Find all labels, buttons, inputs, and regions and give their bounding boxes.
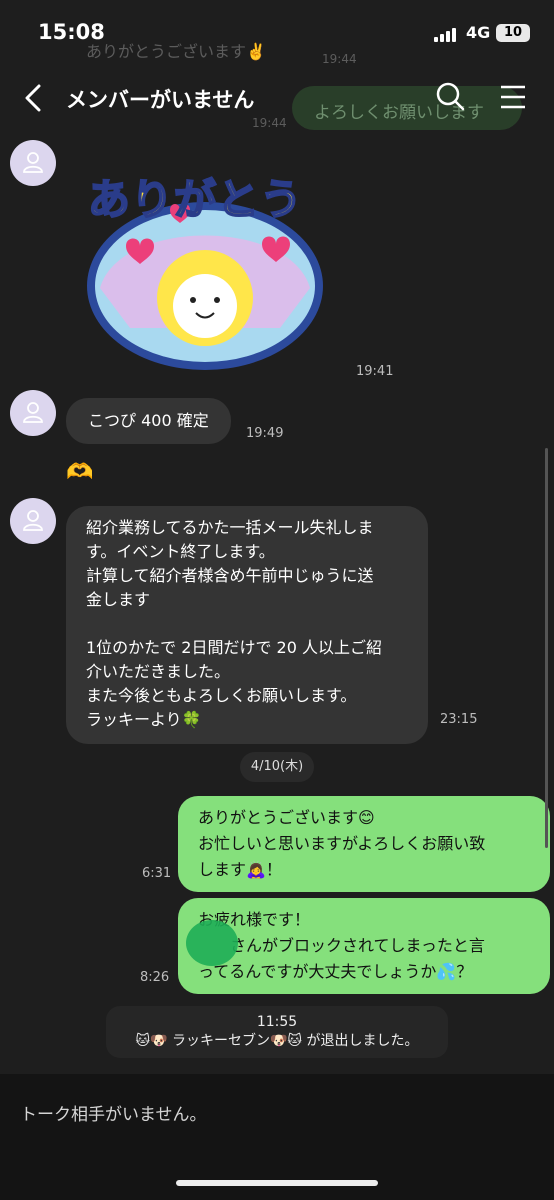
message-time: 19:49 [246,426,284,441]
chat-title: メンバーがいません [66,88,255,112]
message-bubble[interactable]: 紹介業務してるかた一括メール失礼しま す。イベント終了します。 計算して紹介者様… [66,506,428,744]
signal-icon [434,28,460,42]
footer-text: トーク相手がいません。 [20,1105,207,1125]
message-time: 8:26 [140,970,170,985]
ghost-message: ありがとうございます✌️ [86,42,266,61]
ghost-time: 19:44 [322,52,357,66]
system-text: 🐱🐶 ラッキーセブン🐶🐱 が退出しました。 [135,1033,419,1049]
my-message-bubble[interactable]: ありがとうございます😊 お忙しいと思いますがよろしくお願い致 します🙇‍♀️！ [178,796,550,892]
sticker-image[interactable]: ありがとう [80,158,330,374]
sticker-text: ありがとう [87,174,304,225]
avatar[interactable] [10,498,56,544]
system-time: 11:55 [256,1014,298,1030]
date-separator: 4/10(木) [240,752,314,782]
network-label: 4G [466,23,491,42]
message-bubble[interactable]: こつぴ 400 確定 [66,398,231,444]
home-indicator[interactable] [176,1180,378,1186]
search-icon[interactable] [436,82,466,112]
avatar[interactable] [10,140,56,186]
chevron-left-icon[interactable] [22,84,44,112]
message-time: 6:31 [142,866,172,881]
redaction-mark [186,920,238,966]
reaction-emoji[interactable]: 🫶 [66,460,93,485]
message-time: 23:15 [440,712,478,727]
avatar[interactable] [10,390,56,436]
scrollbar[interactable] [545,448,548,848]
message-time: 19:41 [356,364,394,379]
battery-icon: 10 [496,24,530,42]
system-message: 11:55 🐱🐶 ラッキーセブン🐶🐱 が退出しました。 [106,1006,448,1058]
menu-icon[interactable] [500,84,530,114]
ghost-time: 19:44 [252,116,287,130]
